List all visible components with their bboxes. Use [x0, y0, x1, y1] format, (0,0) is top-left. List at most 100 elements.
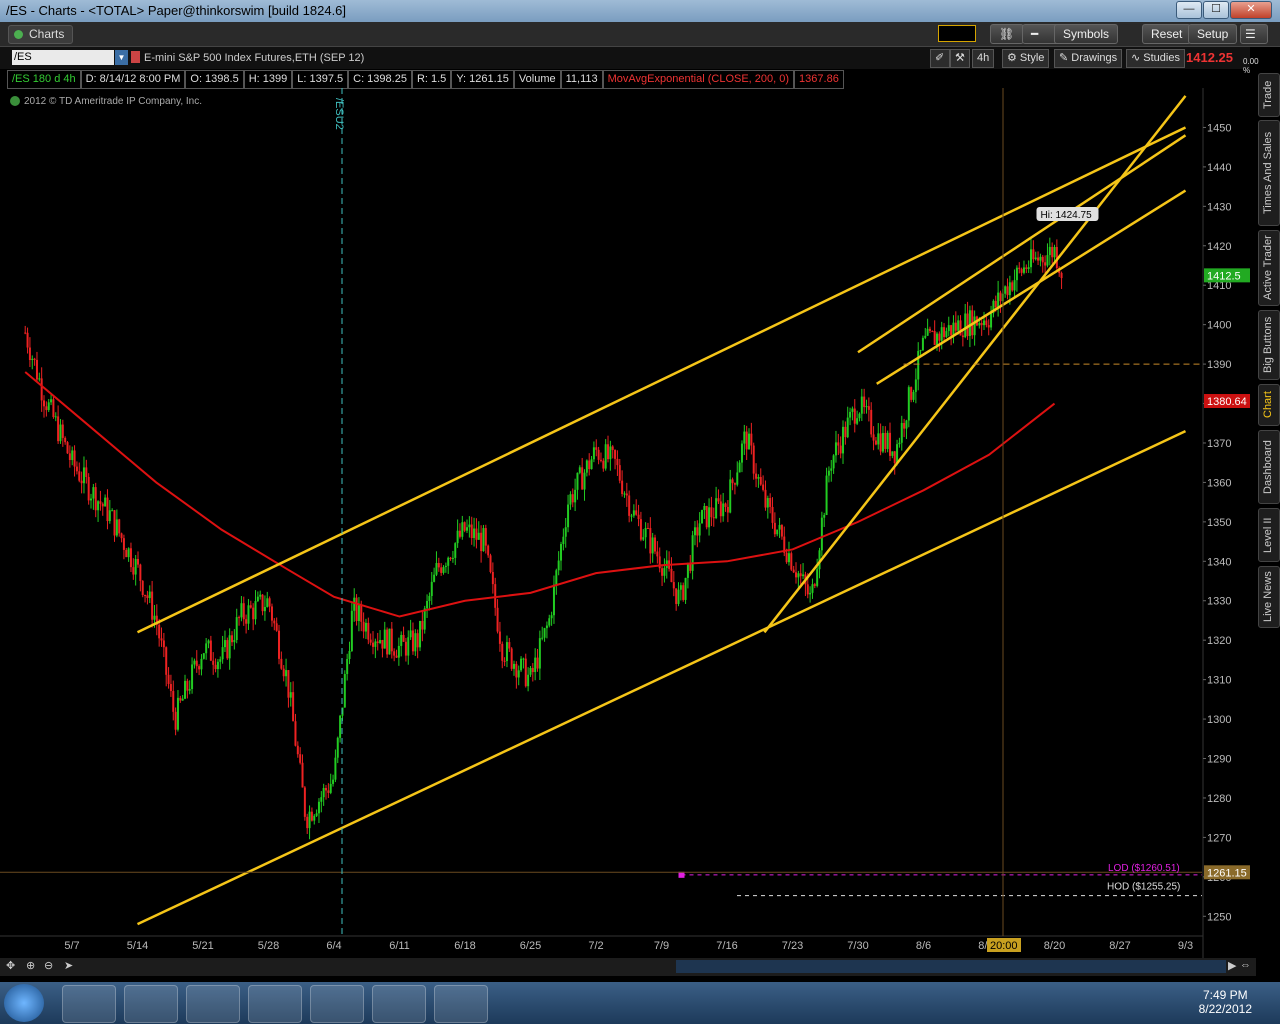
- candle-body: [104, 497, 107, 507]
- trendline: [857, 134, 1187, 354]
- candle-body: [1004, 286, 1007, 294]
- candle-body: [816, 569, 819, 586]
- menu-icon[interactable]: ☰: [1240, 24, 1268, 44]
- sidebar-tab-chart[interactable]: Chart: [1258, 384, 1280, 426]
- horizontal-scrollbar[interactable]: [676, 960, 1226, 973]
- expand-icon[interactable]: ⇔: [1240, 959, 1251, 971]
- drawings-button[interactable]: ✎ Drawings: [1054, 49, 1123, 68]
- candle-body: [263, 606, 266, 612]
- candle-body: [621, 480, 624, 494]
- reset-button[interactable]: Reset: [1142, 24, 1192, 44]
- sidebar-tab-active-trader[interactable]: Active Trader: [1258, 230, 1280, 306]
- candle-body: [301, 762, 304, 788]
- color-swatch[interactable]: [938, 25, 976, 42]
- x-tick-label: 6/4: [326, 940, 341, 952]
- candle-body: [489, 555, 492, 572]
- x-tick-label: 7/9: [654, 940, 669, 952]
- zoom-out-icon[interactable]: ⊖: [44, 959, 53, 972]
- wrench-icon[interactable]: ⚒: [950, 49, 970, 68]
- file-explorer-icon[interactable]: [62, 985, 116, 1023]
- close-button[interactable]: ✕: [1230, 1, 1272, 19]
- y-tick-label: 1290: [1207, 754, 1231, 766]
- symbol-input[interactable]: /ES: [12, 50, 114, 65]
- price-chart[interactable]: 1250126012701280129013001310132013301340…: [0, 88, 1256, 958]
- symbols-button[interactable]: Symbols: [1054, 24, 1119, 44]
- candle-body: [907, 387, 910, 421]
- x-tick-label: 9/3: [1178, 940, 1193, 952]
- setup-button[interactable]: Setup: [1188, 24, 1238, 44]
- candle-body: [400, 634, 403, 646]
- candle-body: [477, 532, 480, 540]
- candle-body: [806, 584, 809, 595]
- x-tick-label: 6/25: [520, 940, 541, 952]
- thinkorswim-icon[interactable]: [372, 985, 426, 1023]
- candle-body: [943, 327, 946, 338]
- candle-body: [1060, 273, 1063, 279]
- candle-body: [677, 589, 680, 604]
- candle-body: [40, 378, 43, 401]
- candle-body: [931, 331, 934, 333]
- system-clock[interactable]: 7:49 PM 8/22/2012: [1199, 988, 1252, 1016]
- maximize-button[interactable]: ☐: [1203, 1, 1229, 19]
- sidebar-tab-live-news[interactable]: Live News: [1258, 566, 1280, 628]
- internet-explorer-icon[interactable]: [248, 985, 302, 1023]
- candle-body: [322, 788, 325, 798]
- y-tick-label: 1250: [1207, 911, 1231, 923]
- info-open: O: 1398.5: [185, 70, 244, 89]
- chart-svg[interactable]: 1250126012701280129013001310132013301340…: [0, 88, 1256, 958]
- candle-body: [597, 449, 600, 460]
- candle-body: [390, 628, 393, 652]
- study-value: 1367.86: [794, 70, 844, 89]
- pan-icon[interactable]: ✥: [6, 959, 15, 972]
- candle-body: [411, 630, 414, 652]
- sidebar-tab-trade[interactable]: Trade: [1258, 73, 1280, 117]
- tab-charts[interactable]: Charts: [8, 25, 74, 44]
- candle-body: [35, 359, 38, 380]
- candle-body: [846, 417, 849, 438]
- candle-body: [792, 569, 795, 573]
- candle-body: [813, 584, 816, 586]
- candle-body: [724, 503, 727, 507]
- style-button[interactable]: ⚙ Style: [1002, 49, 1050, 68]
- cursor-icon[interactable]: ➤: [64, 959, 73, 972]
- candle-body: [853, 408, 856, 424]
- candle-body: [120, 533, 123, 539]
- sidebar-tab-times-and-sales[interactable]: Times And Sales: [1258, 120, 1280, 226]
- candle-body: [839, 445, 842, 454]
- candle-body: [468, 524, 471, 528]
- candle-body: [693, 527, 696, 536]
- drawing-tool-icon[interactable]: ✐: [930, 49, 950, 68]
- link-icon[interactable]: ⛓: [990, 24, 1024, 44]
- chrome-icon[interactable]: [186, 985, 240, 1023]
- candle-body: [1044, 262, 1047, 266]
- sidebar-tab-level-ii[interactable]: Level II: [1258, 508, 1280, 562]
- candle-body: [583, 472, 586, 490]
- chevron-down-icon[interactable]: ▼: [115, 50, 128, 65]
- zoom-in-icon[interactable]: ⊕: [26, 959, 35, 972]
- ema-200-line: [24, 371, 1056, 618]
- candle-body: [646, 527, 649, 529]
- info-symbol: /ES 180 d 4h: [7, 70, 81, 89]
- sidebar-tab-big-buttons[interactable]: Big Buttons: [1258, 310, 1280, 380]
- start-button[interactable]: [4, 984, 44, 1022]
- y-tick-label: 1270: [1207, 832, 1231, 844]
- candle-body: [169, 684, 172, 691]
- candle-body: [527, 674, 530, 687]
- candle-body: [270, 606, 273, 621]
- candle-body: [611, 446, 614, 450]
- firefox-icon[interactable]: [124, 985, 178, 1023]
- candle-body: [802, 574, 805, 577]
- candle-body: [113, 510, 116, 536]
- pdf-reader-icon[interactable]: [434, 985, 488, 1023]
- candle-body: [1018, 267, 1021, 270]
- candle-body: [456, 530, 459, 544]
- scroll-right-icon[interactable]: ▶: [1228, 959, 1236, 972]
- candle-body: [766, 498, 769, 508]
- notes-icon[interactable]: [310, 985, 364, 1023]
- studies-button[interactable]: ∿ Studies: [1126, 49, 1185, 68]
- candle-body: [738, 462, 741, 473]
- sidebar-tab-dashboard[interactable]: Dashboard: [1258, 430, 1280, 504]
- candle-body: [372, 642, 375, 647]
- minimize-button[interactable]: —: [1176, 1, 1202, 19]
- aggregation-button[interactable]: 4h: [972, 49, 995, 68]
